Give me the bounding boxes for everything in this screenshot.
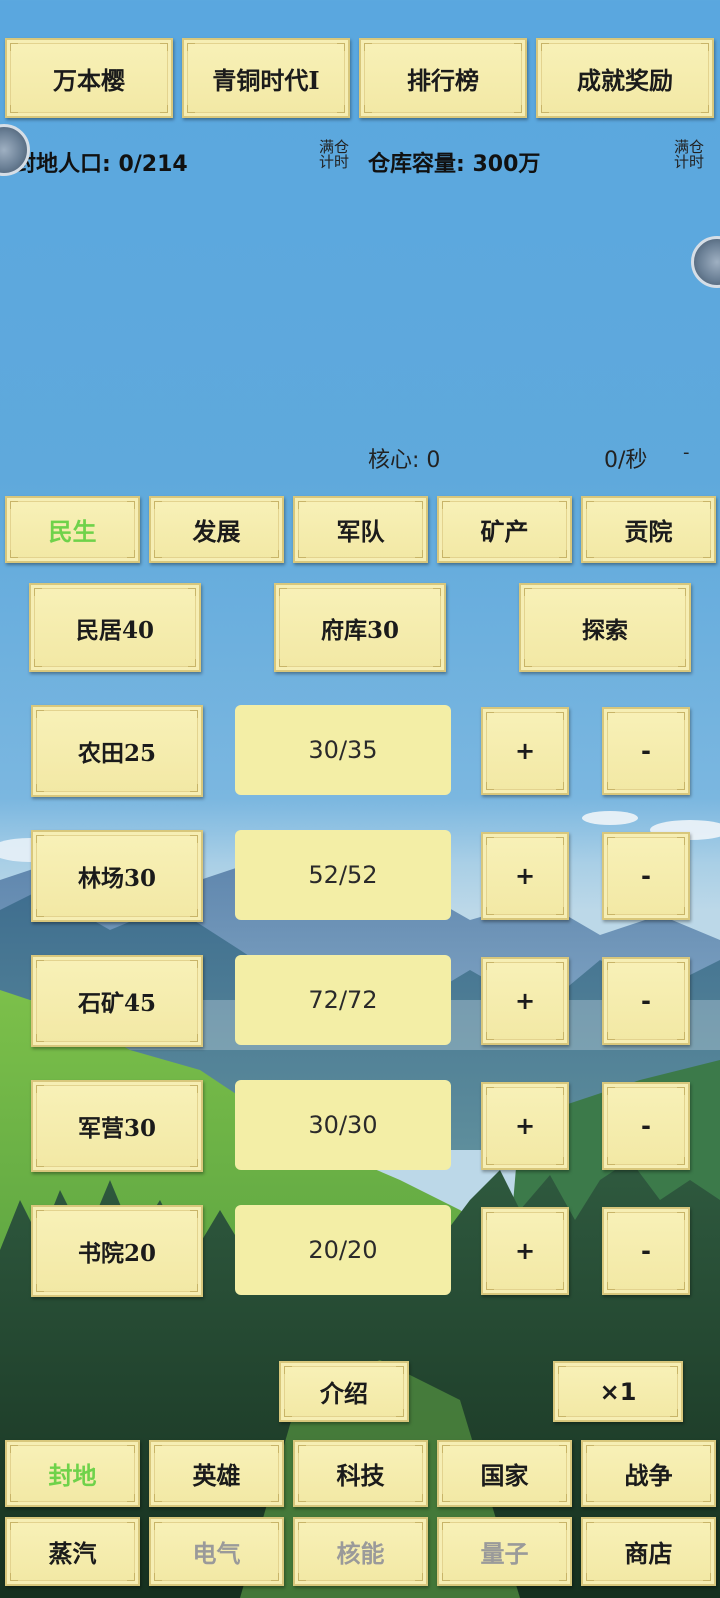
top-tab-label: 成就奖励 <box>577 65 673 95</box>
building-count-farm: 30/35 <box>235 705 451 795</box>
minus-icon: - <box>641 737 651 765</box>
nav-label: 国家 <box>480 1461 529 1490</box>
category-tab-development[interactable]: 发展 <box>149 496 284 563</box>
nav-nuclear[interactable]: 核能 <box>293 1517 428 1586</box>
nav-label: 英雄 <box>192 1461 241 1490</box>
build-treasury-button[interactable]: 府库30 <box>274 583 446 672</box>
nav-label: 战争 <box>624 1461 673 1490</box>
category-tab-label: 发展 <box>192 517 241 546</box>
full-timer-line: 计时 <box>318 153 349 171</box>
building-label: 军营30 <box>77 1115 156 1142</box>
nav-label: 商店 <box>624 1539 673 1568</box>
nav-quantum[interactable]: 量子 <box>437 1517 572 1586</box>
minus-icon: - <box>641 862 651 890</box>
farm-minus-button[interactable]: - <box>602 707 690 795</box>
building-label: 农田25 <box>77 740 156 767</box>
plus-icon: + <box>514 737 536 765</box>
plus-icon: + <box>514 1237 536 1265</box>
full-timer-label-left[interactable]: 满仓 计时 <box>316 140 352 170</box>
full-timer-label-right[interactable]: 满仓 计时 <box>671 140 707 170</box>
button-label: 民居40 <box>75 616 154 644</box>
category-tab-livelihood[interactable]: 民生 <box>5 496 140 563</box>
nav-label: 封地 <box>48 1461 97 1490</box>
plus-icon: + <box>514 862 536 890</box>
building-name-academy[interactable]: 书院20 <box>31 1205 203 1297</box>
building-name-quarry[interactable]: 石矿45 <box>31 955 203 1047</box>
academy-plus-button[interactable]: + <box>481 1207 569 1295</box>
nav-nation[interactable]: 国家 <box>437 1440 572 1507</box>
category-tab-academy[interactable]: 贡院 <box>581 496 716 563</box>
minus-icon: - <box>641 1237 651 1265</box>
top-tab-label: 青铜时代Ⅰ <box>212 65 320 95</box>
category-tab-label: 矿产 <box>480 517 529 546</box>
lumberyard-minus-button[interactable]: - <box>602 832 690 920</box>
warehouse-capacity-stat: 仓库容量: 300万 <box>368 152 541 177</box>
mountain-landscape-background <box>0 811 720 1598</box>
nav-label: 科技 <box>336 1461 385 1490</box>
nav-heroes[interactable]: 英雄 <box>149 1440 284 1507</box>
plus-icon: + <box>514 1112 536 1140</box>
lumberyard-plus-button[interactable]: + <box>481 832 569 920</box>
core-dash: - <box>683 442 690 463</box>
building-count-academy: 20/20 <box>235 1205 451 1295</box>
top-tab-leaderboard[interactable]: 排行榜 <box>359 38 527 118</box>
button-label: 府库30 <box>320 616 399 644</box>
top-tab-label: 万本樱 <box>53 65 125 95</box>
building-count-barracks: 30/30 <box>235 1080 451 1170</box>
nav-label: 电气 <box>192 1539 241 1568</box>
speed-multiplier-button[interactable]: ×1 <box>553 1361 683 1422</box>
quarry-plus-button[interactable]: + <box>481 957 569 1045</box>
category-tab-minerals[interactable]: 矿产 <box>437 496 572 563</box>
building-label: 书院20 <box>77 1240 156 1267</box>
nav-label: 蒸汽 <box>48 1539 97 1568</box>
category-tab-label: 贡院 <box>624 517 673 546</box>
core-rate: 0/秒 <box>604 448 648 473</box>
nav-electric[interactable]: 电气 <box>149 1517 284 1586</box>
building-name-lumberyard[interactable]: 林场30 <box>31 830 203 922</box>
barracks-minus-button[interactable]: - <box>602 1082 690 1170</box>
button-label: ×1 <box>599 1377 637 1406</box>
top-tab-label: 排行榜 <box>407 65 479 95</box>
category-tab-label: 军队 <box>336 517 385 546</box>
nav-war[interactable]: 战争 <box>581 1440 716 1507</box>
explore-button[interactable]: 探索 <box>519 583 691 672</box>
minus-icon: - <box>641 987 651 1015</box>
academy-minus-button[interactable]: - <box>602 1207 690 1295</box>
build-house-button[interactable]: 民居40 <box>29 583 201 672</box>
nav-steam[interactable]: 蒸汽 <box>5 1517 140 1586</box>
category-tab-label: 民生 <box>48 517 97 546</box>
nav-label: 量子 <box>480 1539 529 1568</box>
category-tab-army[interactable]: 军队 <box>293 496 428 563</box>
nav-label: 核能 <box>336 1539 385 1568</box>
building-name-farm[interactable]: 农田25 <box>31 705 203 797</box>
farm-plus-button[interactable]: + <box>481 707 569 795</box>
full-timer-line: 计时 <box>673 153 704 171</box>
top-tab-achievements[interactable]: 成就奖励 <box>536 38 714 118</box>
nav-fief[interactable]: 封地 <box>5 1440 140 1507</box>
nav-technology[interactable]: 科技 <box>293 1440 428 1507</box>
intro-button[interactable]: 介绍 <box>279 1361 409 1422</box>
top-tab-era[interactable]: 青铜时代Ⅰ <box>182 38 350 118</box>
building-label: 林场30 <box>77 865 156 892</box>
plus-icon: + <box>514 987 536 1015</box>
quarry-minus-button[interactable]: - <box>602 957 690 1045</box>
top-tab-player[interactable]: 万本樱 <box>5 38 173 118</box>
building-count-lumberyard: 52/52 <box>235 830 451 920</box>
barracks-plus-button[interactable]: + <box>481 1082 569 1170</box>
building-count-quarry: 72/72 <box>235 955 451 1045</box>
nav-shop[interactable]: 商店 <box>581 1517 716 1586</box>
button-label: 探索 <box>582 616 628 644</box>
population-stat: 封地人口: 0/214 <box>14 152 188 177</box>
building-label: 石矿45 <box>77 990 156 1017</box>
building-name-barracks[interactable]: 军营30 <box>31 1080 203 1172</box>
core-count: 核心: 0 <box>368 448 441 473</box>
minus-icon: - <box>641 1112 651 1140</box>
button-label: 介绍 <box>320 1379 368 1408</box>
